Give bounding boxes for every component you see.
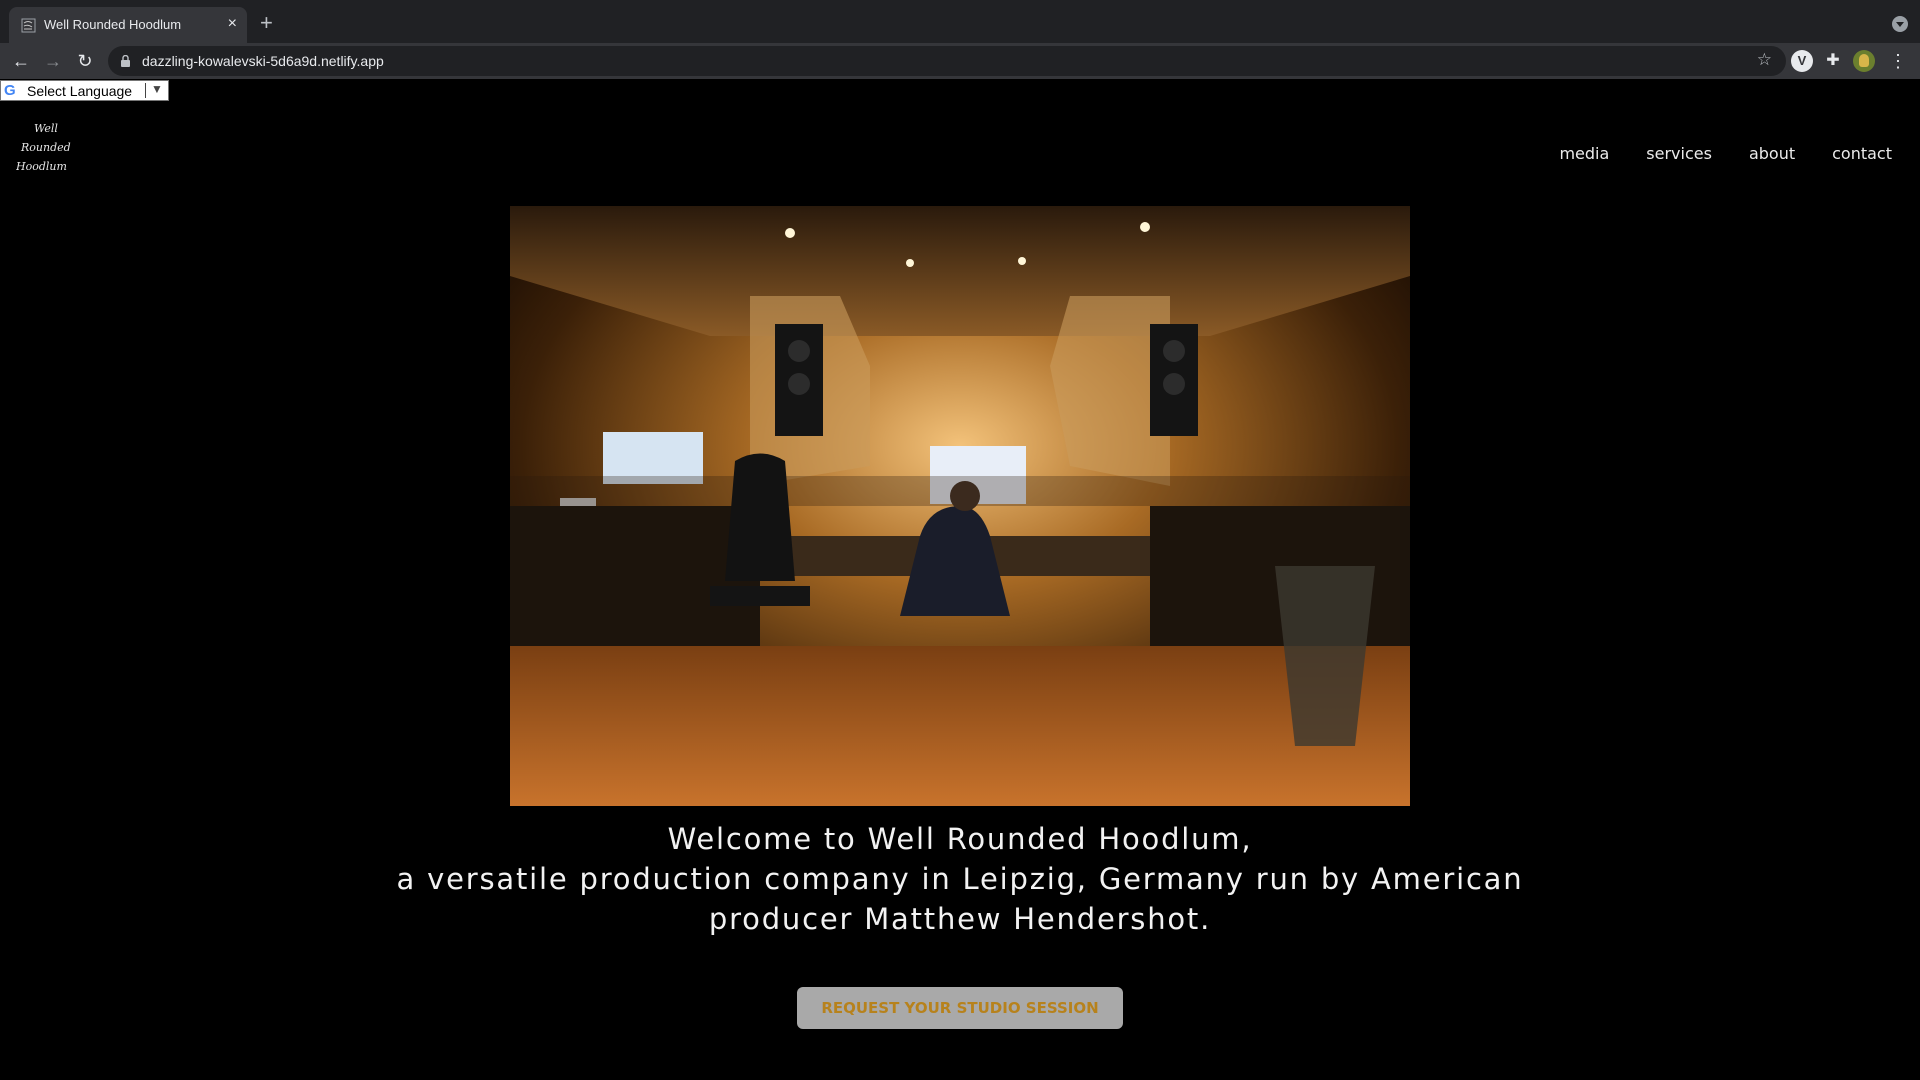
logo-line-well: Well <box>34 122 58 135</box>
browser-menu-icon[interactable]: ⋮ <box>1887 50 1909 72</box>
new-tab-icon[interactable]: + <box>260 12 273 34</box>
tab-close-icon[interactable]: × <box>228 16 237 32</box>
google-g-icon: G <box>4 82 16 99</box>
profile-avatar[interactable] <box>1853 50 1875 72</box>
nav-link-about[interactable]: about <box>1749 144 1795 163</box>
tab-title: Well Rounded Hoodlum <box>44 17 182 32</box>
browser-tab-strip: Well Rounded Hoodlum × + <box>0 0 1920 43</box>
address-bar[interactable]: dazzling-kowalevski-5d6a9d.netlify.app ☆ <box>108 46 1786 76</box>
welcome-line-3: producer Matthew Hendershot. <box>708 902 1212 936</box>
page-body: G Select Language ▼ Well Rounded Hoodlum… <box>0 79 1920 1080</box>
reload-icon[interactable]: ↻ <box>73 49 97 73</box>
nav-link-services[interactable]: services <box>1646 144 1712 163</box>
studio-hero-image <box>510 206 1410 806</box>
browser-tab[interactable]: Well Rounded Hoodlum × <box>9 7 247 43</box>
request-session-button[interactable]: REQUEST YOUR STUDIO SESSION <box>797 987 1123 1029</box>
language-select-label: Select Language <box>27 83 133 99</box>
lock-icon <box>121 55 130 67</box>
forward-icon[interactable]: → <box>41 49 65 73</box>
back-icon[interactable]: ← <box>9 49 33 73</box>
welcome-line-2: a versatile production company in Leipzi… <box>396 862 1524 896</box>
logo-line-hoodlum: Hoodlum <box>16 160 67 173</box>
nav-link-media[interactable]: media <box>1559 144 1609 163</box>
url-text: dazzling-kowalevski-5d6a9d.netlify.app <box>142 53 384 69</box>
vpn-extension-icon[interactable]: V <box>1791 50 1813 72</box>
bookmark-star-icon[interactable]: ☆ <box>1757 50 1772 70</box>
select-divider <box>145 83 146 98</box>
logo-line-rounded: Rounded <box>20 141 71 154</box>
browser-toolbar: ← → ↻ dazzling-kowalevski-5d6a9d.netlify… <box>0 43 1920 79</box>
welcome-text: Welcome to Well Rounded Hoodlum, a versa… <box>0 819 1920 939</box>
dropdown-arrow-icon: ▼ <box>151 82 163 96</box>
language-select[interactable]: G Select Language ▼ <box>0 80 169 101</box>
extensions-puzzle-icon[interactable]: ✚ <box>1822 50 1844 72</box>
nav-link-contact[interactable]: contact <box>1832 144 1892 163</box>
main-nav: media services about contact <box>1559 144 1892 163</box>
site-logo[interactable]: Well Rounded Hoodlum <box>16 116 84 178</box>
tab-search-icon[interactable] <box>1892 16 1908 32</box>
welcome-line-1: Welcome to Well Rounded Hoodlum, <box>667 822 1253 856</box>
page-favicon-icon <box>21 18 36 33</box>
